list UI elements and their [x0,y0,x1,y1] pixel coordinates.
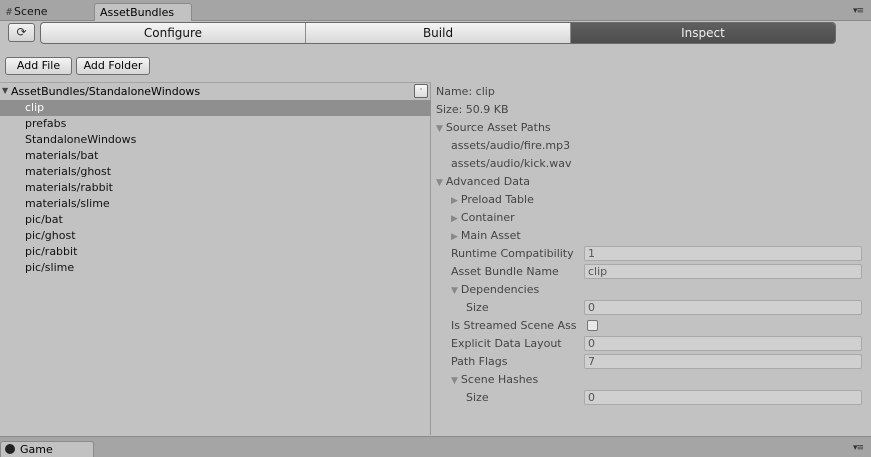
bundle-tree-panel: ▼ AssetBundles/StandaloneWindows · clip … [0,82,431,435]
list-item[interactable]: prefabs [0,116,431,132]
main-asset-foldout[interactable]: ▶ Main Asset [451,227,521,245]
refresh-icon: ⟳ [16,25,27,39]
source-asset-paths-foldout[interactable]: ▼ Source Asset Paths [436,119,551,137]
mode-configure[interactable]: Configure [41,23,306,43]
dependencies-foldout[interactable]: ▼ Dependencies [451,281,539,299]
scene-hashes-size-field[interactable]: 0 [584,390,862,405]
list-item[interactable]: materials/ghost [0,164,431,180]
tab-assetbundles[interactable]: AssetBundles [94,3,192,21]
tab-scene-label: Scene [14,5,48,18]
tree-dropdown-button[interactable]: · [414,84,428,98]
bundle-tree-title: AssetBundles/StandaloneWindows [11,85,201,98]
tab-assetbundles-label: AssetBundles [100,6,175,19]
mode-build[interactable]: Build [306,23,571,43]
scene-hashes-size-label: Size [466,391,489,404]
foldout-closed-icon: ▶ [451,214,458,224]
tab-game-label: Game [20,443,53,456]
game-icon [5,444,15,454]
preload-table-foldout[interactable]: ▶ Preload Table [451,191,534,209]
refresh-button[interactable]: ⟳ [8,23,35,42]
mode-toolbar: Configure Build Inspect [40,22,836,44]
tab-scene[interactable]: # Scene [0,3,92,21]
explicit-layout-label: Explicit Data Layout [451,337,562,350]
source-path: assets/audio/kick.wav [451,157,572,170]
list-item[interactable]: materials/rabbit [0,180,431,196]
list-item[interactable]: pic/rabbit [0,244,431,260]
runtime-compat-field[interactable]: 1 [584,246,862,261]
inspector-size: Size: 50.9 KB [436,103,509,116]
bundle-tree-header[interactable]: ▼ AssetBundles/StandaloneWindows · [0,82,431,100]
foldout-closed-icon: ▶ [451,232,458,242]
inspector-name: Name: clip [436,85,495,98]
foldout-open-icon: ▼ [451,376,458,386]
bundle-name-field[interactable]: clip [584,264,862,279]
list-item[interactable]: pic/ghost [0,228,431,244]
streamed-scene-label: Is Streamed Scene Ass [451,319,577,332]
list-item[interactable]: clip [0,100,431,116]
list-item[interactable]: pic/slime [0,260,431,276]
scene-grid-icon: # [6,7,13,18]
bundle-name-label: Asset Bundle Name [451,265,559,278]
dependencies-size-field[interactable]: 0 [584,300,862,315]
runtime-compat-label: Runtime Compatibility [451,247,574,260]
foldout-open-icon: ▼ [436,178,443,188]
mode-inspect[interactable]: Inspect [571,23,835,43]
list-item[interactable]: materials/bat [0,148,431,164]
window-tab-bar: # Scene AssetBundles [0,0,871,21]
streamed-scene-checkbox[interactable] [587,320,598,331]
scene-hashes-foldout[interactable]: ▼ Scene Hashes [451,371,538,389]
tab-game[interactable]: Game [0,441,94,457]
list-item[interactable]: materials/slime [0,196,431,212]
expand-arrow-icon[interactable]: ▼ [2,86,8,95]
advanced-data-foldout[interactable]: ▼ Advanced Data [436,173,530,191]
foldout-closed-icon: ▶ [451,196,458,206]
explicit-layout-field[interactable]: 0 [584,336,862,351]
tab-menu-icon[interactable] [853,6,865,16]
path-flags-field[interactable]: 7 [584,354,862,369]
bundle-list: clip prefabs StandaloneWindows materials… [0,100,431,276]
source-asset-paths-label: Source Asset Paths [445,121,551,134]
add-file-button[interactable]: Add File [5,57,72,75]
list-item[interactable]: StandaloneWindows [0,132,431,148]
add-folder-button[interactable]: Add Folder [76,57,150,75]
inspector-panel: Name: clip Size: 50.9 KB ▼ Source Asset P… [432,82,871,435]
dependencies-label: Dependencies [460,283,540,296]
bottom-tab-menu-icon[interactable] [853,443,865,453]
bottom-tab-bar: Game [0,436,871,457]
scene-hashes-label: Scene Hashes [460,373,539,386]
source-path: assets/audio/fire.mp3 [451,139,571,152]
dependencies-size-label: Size [466,301,489,314]
container-foldout[interactable]: ▶ Container [451,209,515,227]
preload-table-label: Preload Table [460,193,534,206]
container-label: Container [460,211,515,224]
foldout-open-icon: ▼ [451,286,458,296]
foldout-open-icon: ▼ [436,124,443,134]
main-asset-label: Main Asset [460,229,521,242]
list-item[interactable]: pic/bat [0,212,431,228]
path-flags-label: Path Flags [451,355,508,368]
advanced-data-label: Advanced Data [445,175,531,188]
